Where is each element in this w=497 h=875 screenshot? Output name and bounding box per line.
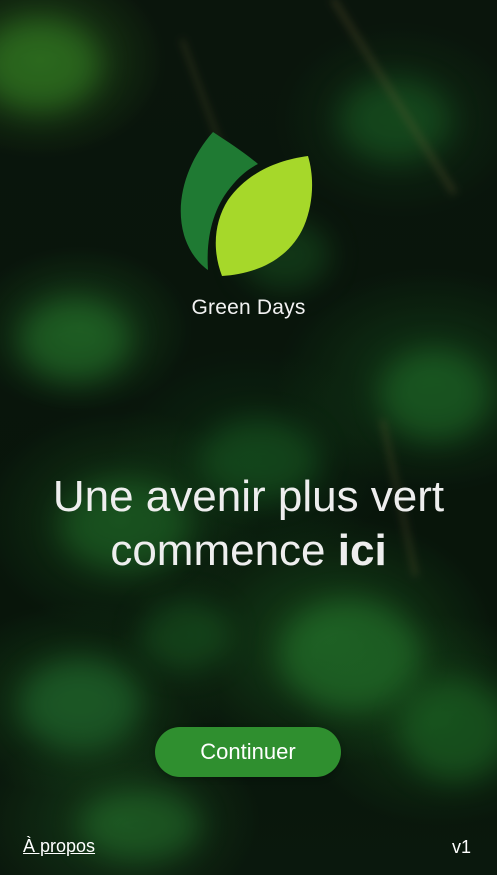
headline: Une avenir plus vert commence ici xyxy=(0,470,497,578)
version-label: v1 xyxy=(451,837,471,857)
headline-emphasis: ici xyxy=(337,526,387,575)
brand-name: Green Days xyxy=(191,296,306,319)
continue-button[interactable]: Continuer xyxy=(155,727,341,777)
leaf-logo-icon xyxy=(180,132,313,276)
about-link[interactable]: À propos xyxy=(23,836,95,857)
